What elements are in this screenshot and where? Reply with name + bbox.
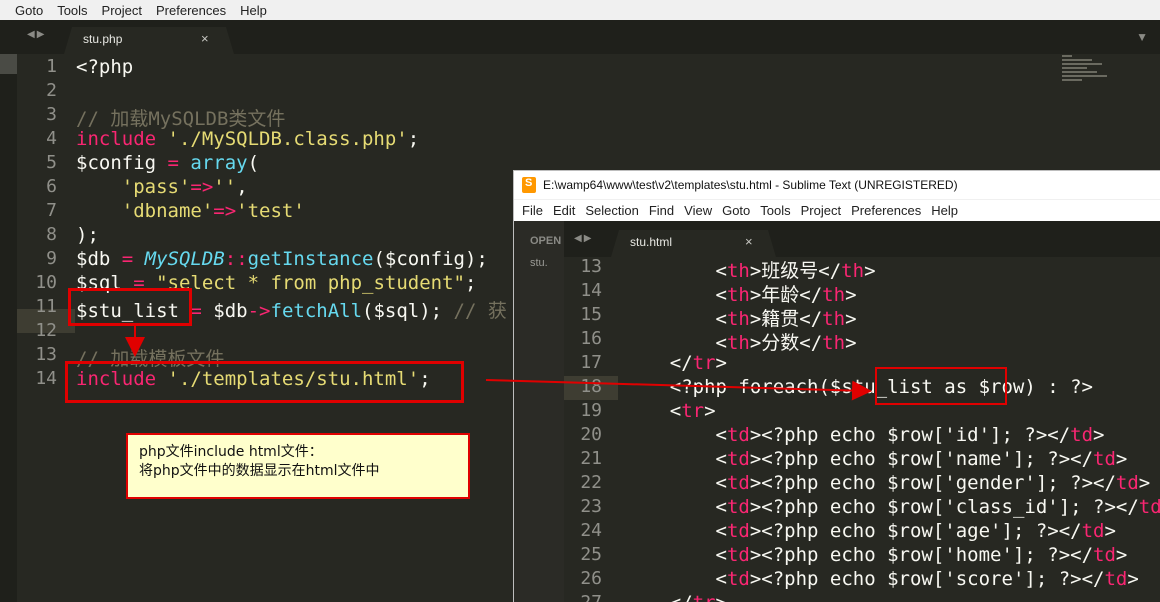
window2-tab-bar: ◀▶ stu.html ×	[564, 221, 1160, 257]
menu-tools[interactable]: Tools	[760, 203, 790, 218]
highlight-box-include	[65, 361, 464, 403]
tab-label: stu.php	[83, 32, 123, 46]
code-line: <td><?php echo $row['id']; ?></td>	[624, 424, 1105, 446]
line-number: 20	[580, 424, 602, 445]
code-line: $db = MySQLDB::getInstance($config);	[76, 248, 488, 270]
line-number: 10	[35, 272, 57, 293]
menu-file[interactable]: File	[522, 203, 543, 218]
menu-selection[interactable]: Selection	[585, 203, 638, 218]
line-number: 27	[564, 592, 602, 602]
code-line: <th>籍贯</th>	[624, 308, 857, 330]
menu-project[interactable]: Project	[102, 3, 142, 18]
close-icon[interactable]: ×	[201, 31, 209, 46]
menu-project[interactable]: Project	[801, 203, 841, 218]
code-line: <th>分数</th>	[624, 332, 857, 354]
menu-goto[interactable]: Goto	[15, 3, 43, 18]
line-number: 3	[46, 104, 57, 125]
highlight-box-stu-list	[68, 288, 192, 326]
menu-edit[interactable]: Edit	[553, 203, 575, 218]
menu-preferences[interactable]: Preferences	[851, 203, 921, 218]
line-number: 12	[35, 320, 57, 341]
code-line: <td><?php echo $row['home']; ?></td>	[624, 544, 1128, 566]
line-number: 19	[580, 400, 602, 421]
line-number: 23	[580, 496, 602, 517]
line-number: 22	[580, 472, 602, 493]
line-number: 26	[580, 568, 602, 589]
code-line: </tr>	[624, 592, 727, 602]
tab-stu-html[interactable]: stu.html ×	[611, 230, 776, 257]
line-number: 16	[580, 328, 602, 349]
line-number: 25	[580, 544, 602, 565]
open-files-header: OPEN	[530, 235, 562, 247]
window2-menubar: File Edit Selection Find View Goto Tools…	[514, 200, 1160, 221]
menu-tools[interactable]: Tools	[57, 3, 87, 18]
tab-bar: ◀▶ stu.php × ▼	[17, 20, 1160, 54]
code-line: 'pass'=>'',	[121, 176, 248, 198]
line-number: 2	[46, 80, 57, 101]
line-number: 21	[580, 448, 602, 469]
code-line: <td><?php echo $row['name']; ?></td>	[624, 448, 1128, 470]
line-number: 18	[580, 376, 602, 397]
line-number: 4	[46, 128, 57, 149]
menu-help[interactable]: Help	[931, 203, 958, 218]
note-line-2: 将php文件中的数据显示在html文件中	[139, 463, 380, 479]
code-line: <td><?php echo $row['age']; ?></td>	[624, 520, 1116, 542]
sidebar	[0, 20, 17, 602]
code-line: <th>年龄</th>	[624, 284, 857, 306]
line-number: 7	[46, 200, 57, 221]
line-number: 15	[580, 304, 602, 325]
sublime-text-icon	[522, 177, 536, 193]
code-line: <?php foreach($stu_list as $row) : ?>	[624, 376, 1093, 398]
menu-goto[interactable]: Goto	[722, 203, 750, 218]
tab-nav-arrows-icon[interactable]: ◀▶	[574, 233, 593, 244]
highlight-box-stu-list-html	[875, 367, 1007, 405]
code-line: <td><?php echo $row['score']; ?></td>	[624, 568, 1139, 590]
line-number: 6	[46, 176, 57, 197]
code-line: <tr>	[624, 400, 716, 422]
line-number: 13	[580, 257, 602, 277]
code-line: <?php	[76, 56, 134, 78]
code-line: <td><?php echo $row['class_id']; ?></td>	[624, 496, 1160, 518]
line-number: 14	[35, 368, 57, 389]
line-number: 11	[35, 296, 57, 317]
line-number: 17	[580, 352, 602, 373]
code-line: include './MySQLDB.class.php';	[76, 128, 420, 150]
tab-label: stu.html	[630, 235, 673, 249]
line-number: 13	[35, 344, 57, 365]
line-number: 24	[580, 520, 602, 541]
line-number: 8	[46, 224, 57, 245]
code-line: <td><?php echo $row['gender']; ?></td>	[624, 472, 1151, 494]
code-line: );	[76, 224, 99, 246]
menu-help[interactable]: Help	[240, 3, 267, 18]
chevron-down-icon[interactable]: ▼	[1136, 30, 1148, 44]
menu-preferences[interactable]: Preferences	[156, 3, 226, 18]
code-line: // 加载MySQLDB类文件	[76, 108, 286, 130]
code-line: </tr>	[624, 352, 727, 374]
window-titlebar[interactable]: E:\wamp64\www\test\v2\templates\stu.html…	[514, 171, 1160, 199]
tab-stu-php[interactable]: stu.php ×	[64, 27, 234, 54]
tab-nav-arrows-icon[interactable]: ◀▶	[27, 29, 46, 40]
window-title: E:\wamp64\www\test\v2\templates\stu.html…	[543, 178, 958, 192]
sidebar-file-item[interactable]: stu.	[530, 257, 548, 269]
line-number: 5	[46, 152, 57, 173]
sublime-window-stu-html: E:\wamp64\www\test\v2\templates\stu.html…	[513, 170, 1160, 602]
code-editor-html[interactable]: 13 14 15 16 17 18 19 20 21 22 23 24 25 2…	[564, 257, 1160, 602]
line-number: 9	[46, 248, 57, 269]
minimap[interactable]	[1062, 55, 1122, 85]
window2-sidebar: OPEN stu.	[514, 221, 564, 602]
code-line: $config = array(	[76, 152, 260, 174]
menu-view[interactable]: View	[684, 203, 712, 218]
close-icon[interactable]: ×	[745, 234, 753, 249]
line-number: 1	[46, 56, 57, 77]
line-number: 14	[580, 280, 602, 301]
code-line: 'dbname'=>'test'	[121, 200, 305, 222]
main-menubar: Goto Tools Project Preferences Help	[0, 0, 1160, 20]
note-line-1: php文件include html文件：	[139, 444, 323, 460]
sidebar-selected-item[interactable]	[0, 54, 17, 74]
menu-find[interactable]: Find	[649, 203, 674, 218]
annotation-note: php文件include html文件： 将php文件中的数据显示在html文件…	[126, 433, 470, 499]
